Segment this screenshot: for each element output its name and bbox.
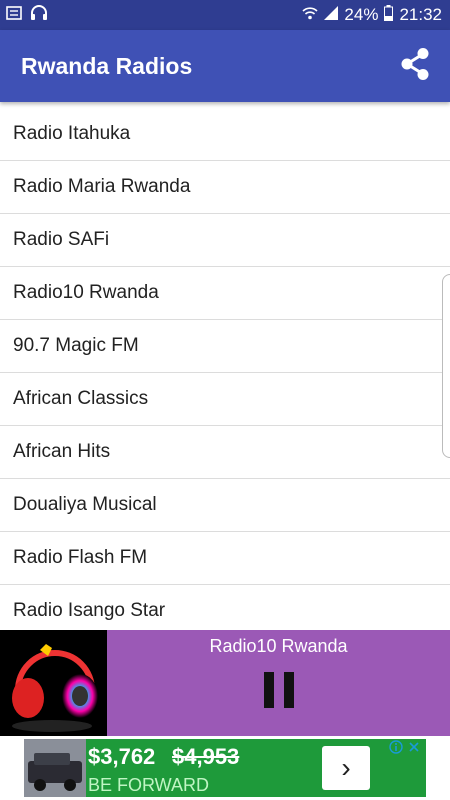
battery-percent: 24% [344, 5, 379, 24]
list-item[interactable]: African Classics [0, 373, 450, 426]
notification-icon [6, 5, 22, 25]
ad-brand: BE FORWARD [88, 775, 210, 795]
list-item[interactable]: Doualiya Musical [0, 479, 450, 532]
station-list: Radio Itahuka Radio Maria Rwanda Radio S… [0, 102, 450, 630]
app-title: Rwanda Radios [21, 52, 193, 79]
pause-button[interactable] [263, 672, 294, 708]
ad-vehicle-image [24, 739, 86, 797]
ad-content[interactable]: $3,762 $4,953 BE FORWARD › [24, 739, 426, 797]
list-item[interactable]: African Hits [0, 426, 450, 479]
app-bar: Rwanda Radios [0, 30, 450, 102]
clock: 21:32 [399, 5, 442, 24]
scroll-handle[interactable] [442, 274, 450, 458]
list-item[interactable]: Radio Itahuka [0, 108, 450, 161]
ad-banner[interactable]: $3,762 $4,953 BE FORWARD › [0, 736, 450, 800]
ad-close-icon[interactable] [407, 740, 421, 759]
ad-old-price: $4,953 [172, 744, 240, 769]
ad-price: $3,762 [88, 744, 156, 769]
album-art [0, 630, 107, 736]
list-item[interactable]: 90.7 Magic FM [0, 320, 450, 373]
battery-icon [384, 4, 394, 26]
signal-icon [324, 5, 339, 25]
pause-icon [263, 672, 274, 708]
wifi-icon [302, 5, 318, 26]
list-item[interactable]: Radio Flash FM [0, 532, 450, 585]
headphones-icon [30, 4, 48, 26]
player-bar: Radio10 Rwanda [0, 630, 450, 736]
list-item[interactable]: Radio Maria Rwanda [0, 161, 450, 214]
list-item[interactable]: Radio SAFi [0, 214, 450, 267]
status-bar: 24% 21:32 [0, 0, 450, 30]
list-item[interactable]: Radio Isango Star [0, 585, 450, 630]
list-item[interactable]: Radio10 Rwanda [0, 267, 450, 320]
ad-info-icon[interactable] [389, 740, 403, 759]
now-playing-title: Radio10 Rwanda [209, 636, 348, 656]
share-icon [399, 47, 431, 86]
ad-arrow-button[interactable]: › [322, 746, 370, 790]
share-button[interactable] [398, 47, 432, 86]
